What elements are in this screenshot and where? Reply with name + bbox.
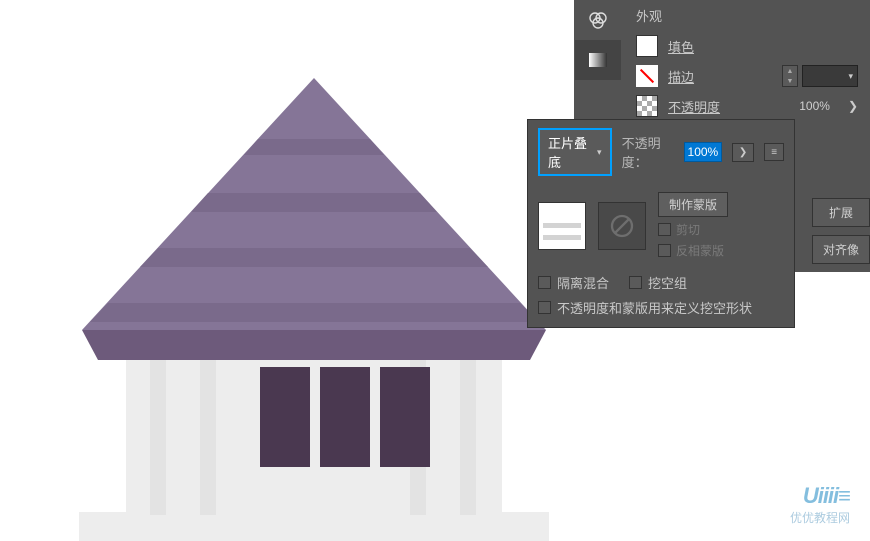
knockout-checkbox[interactable] [629, 276, 642, 289]
transparency-header: 正片叠底 ▾ 不透明度： ❯ ≡ [528, 120, 794, 184]
transparency-panel: 正片叠底 ▾ 不透明度： ❯ ≡ 制作蒙版 剪切 反相蒙版 隔离混合 [527, 119, 795, 328]
stroke-weight-dropdown[interactable]: ▾ [802, 65, 858, 87]
isolate-label: 隔离混合 [557, 273, 609, 292]
invert-label: 反相蒙版 [676, 242, 724, 259]
fill-row: 填色 [624, 31, 870, 61]
clip-row: 剪切 [658, 221, 728, 238]
chevron-down-icon: ▾ [597, 147, 602, 158]
object-thumbnail[interactable] [538, 202, 586, 250]
stroke-label[interactable]: 描边 [668, 67, 694, 86]
align-button[interactable]: 对齐像 [812, 235, 870, 264]
knockout-shape-row: 不透明度和蒙版用来定义挖空形状 [538, 298, 784, 317]
gradient-tab-icon[interactable] [575, 40, 621, 80]
expand-button[interactable]: 扩展 [812, 198, 870, 227]
blend-mode-value: 正片叠底 [548, 133, 587, 171]
appearance-opacity-label[interactable]: 不透明度 [668, 97, 720, 116]
appearance-opacity-row: 不透明度 100% ❯ [624, 91, 870, 121]
appearance-title: 外观 [624, 0, 870, 31]
invert-checkbox[interactable] [658, 244, 671, 257]
blend-mode-dropdown[interactable]: 正片叠底 ▾ [538, 128, 612, 176]
mask-row: 制作蒙版 剪切 反相蒙版 [528, 184, 794, 267]
clip-checkbox[interactable] [658, 223, 671, 236]
stroke-row: 描边 ▲▼ ▾ [624, 61, 870, 91]
panel-menu-icon[interactable]: ≡ [764, 143, 784, 161]
knockout-shape-checkbox[interactable] [538, 301, 551, 314]
mask-thumbnail[interactable] [598, 202, 646, 250]
opacity-input[interactable] [684, 142, 722, 162]
fill-label[interactable]: 填色 [668, 37, 694, 56]
isolate-knockout-row: 隔离混合 挖空组 [538, 273, 784, 292]
fill-swatch[interactable] [636, 35, 658, 57]
panel-tabs [574, 0, 622, 120]
knockout-shape-label: 不透明度和蒙版用来定义挖空形状 [557, 298, 752, 317]
make-mask-button[interactable]: 制作蒙版 [658, 192, 728, 217]
watermark-text: 优优教程网 [790, 509, 850, 526]
opacity-expand-button[interactable]: ❯ [732, 143, 754, 162]
no-mask-icon [609, 213, 635, 239]
clip-label: 剪切 [676, 221, 700, 238]
isolate-checkbox[interactable] [538, 276, 551, 289]
watermark-logo: Uiiii≡ [790, 483, 850, 509]
opacity-label: 不透明度： [622, 133, 674, 171]
knockout-label: 挖空组 [648, 273, 687, 292]
stroke-weight-stepper[interactable]: ▲▼ [782, 65, 798, 87]
stroke-swatch[interactable] [636, 65, 658, 87]
watermark: Uiiii≡ 优优教程网 [790, 483, 850, 526]
invert-row: 反相蒙版 [658, 242, 728, 259]
appearance-opacity-chevron[interactable]: ❯ [848, 99, 858, 113]
appearance-opacity-value: 100% [799, 99, 830, 113]
swatches-tab-icon[interactable] [575, 0, 621, 40]
opacity-swatch[interactable] [636, 95, 658, 117]
